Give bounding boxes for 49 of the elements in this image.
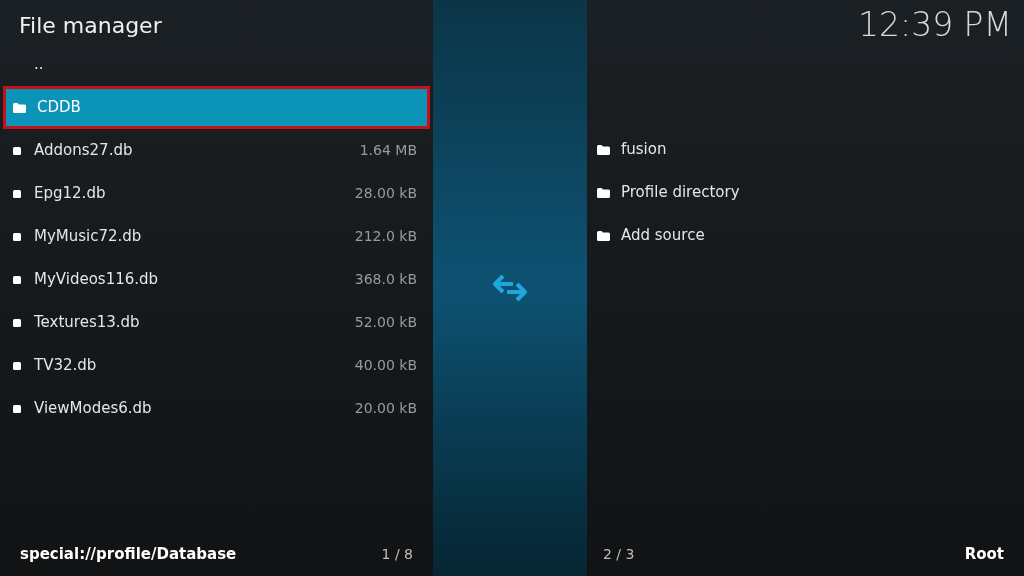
item-size: 28.00 kB [354,184,417,203]
list-item[interactable]: Addons27.db 1.64 MB [0,129,433,172]
swap-icon[interactable] [493,274,527,302]
file-icon [13,361,21,370]
item-name: Add source [621,225,705,247]
list-item[interactable]: ViewModes6.db 20.00 kB [0,387,433,430]
list-item[interactable]: CDDB [3,86,430,129]
list-item[interactable]: Textures13.db 52.00 kB [0,301,433,344]
item-name: MyVideos116.db [34,269,159,291]
folder-icon [597,230,610,241]
list-item[interactable]: fusion [587,128,1024,171]
item-name: ViewModes6.db [34,398,152,420]
item-count: 1 / 8 [381,544,413,564]
file-icon [13,232,21,241]
file-icon [13,189,21,198]
window-title: File manager [19,11,162,40]
file-icon [13,404,21,413]
item-size: 52.00 kB [354,313,417,332]
list-item[interactable]: Add source [587,214,1024,257]
file-icon [13,275,21,284]
list-item[interactable]: Epg12.db 28.00 kB [0,172,433,215]
item-count: 2 / 3 [603,544,635,564]
item-name: TV32.db [34,355,97,377]
item-name: .. [34,54,44,76]
item-name: Epg12.db [34,183,106,205]
folder-icon [597,144,610,155]
item-name: CDDB [37,97,81,119]
file-icon [13,146,21,155]
folder-icon [597,187,610,198]
clock: 12:39 PM [858,4,1012,47]
file-icon [13,318,21,327]
list-item[interactable]: .. [0,43,433,86]
item-size: 1.64 MB [359,141,417,160]
item-size: 212.0 kB [354,227,417,246]
item-name: Addons27.db [34,140,133,162]
item-size: 40.00 kB [354,356,417,375]
item-name: MyMusic72.db [34,226,142,248]
current-path: Root [964,543,1004,565]
item-name: Profile directory [621,182,740,204]
list-item[interactable]: MyMusic72.db 212.0 kB [0,215,433,258]
item-name: Textures13.db [34,312,140,334]
current-path: special://profile/Database [20,543,237,565]
item-name: fusion [621,139,667,161]
item-size: 20.00 kB [354,399,417,418]
list-item[interactable]: TV32.db 40.00 kB [0,344,433,387]
list-item[interactable]: Profile directory [587,171,1024,214]
list-item[interactable]: MyVideos116.db 368.0 kB [0,258,433,301]
item-size: 368.0 kB [354,270,417,289]
folder-icon [13,102,26,113]
